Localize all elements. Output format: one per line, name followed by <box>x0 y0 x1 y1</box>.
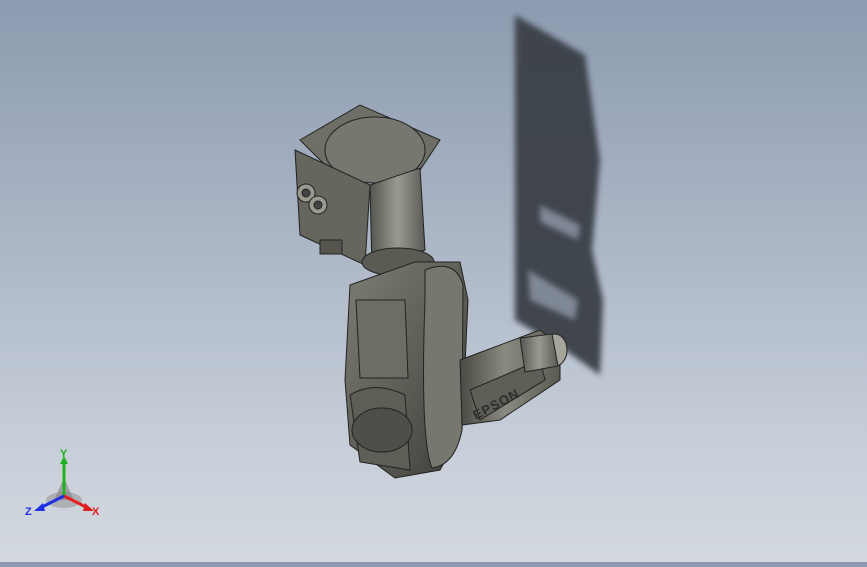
model-canvas[interactable]: EPSON <box>0 0 867 562</box>
y-axis-label: Y <box>60 448 68 460</box>
model-shadow <box>515 15 603 375</box>
arm-side-cover <box>423 265 464 469</box>
arm-front-cover <box>355 299 409 379</box>
elbow-joint <box>351 407 413 453</box>
orientation-triad: Y X Z <box>25 448 100 518</box>
z-axis-label: Z <box>25 506 32 518</box>
3d-graphics-viewport[interactable]: EPSON Y X Z <box>0 0 867 562</box>
connector-plate <box>319 239 343 255</box>
x-axis-label: X <box>92 506 100 518</box>
wrist-cylinder <box>519 333 559 373</box>
